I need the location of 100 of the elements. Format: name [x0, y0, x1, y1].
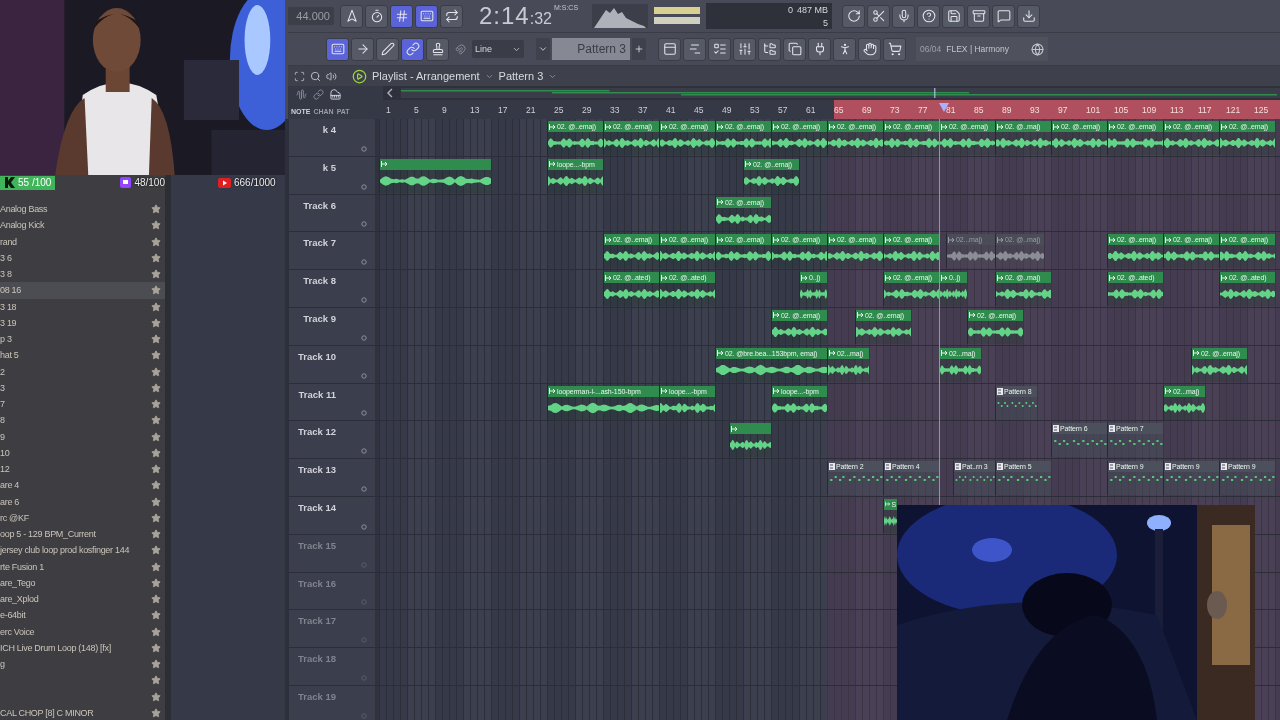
browser-item[interactable]: ICH Live Drum Loop (148) [fx]	[0, 639, 165, 656]
item-name: are 6	[0, 496, 19, 507]
item-name: 2	[0, 366, 5, 377]
ruler-number: 77	[918, 100, 946, 119]
hint-text: FLEX | Harmony	[946, 44, 1010, 54]
item-name: g	[0, 659, 5, 670]
ruler-number: 33	[610, 103, 621, 117]
browser-item[interactable]: rte Fusion 1	[0, 558, 165, 575]
ruler-number: 89	[1002, 100, 1030, 119]
browser-item[interactable]: 3 18	[0, 298, 165, 315]
track-name: Track 9	[302, 313, 336, 324]
ruler-number: 21	[526, 103, 537, 117]
ruler-number: 25	[554, 103, 565, 117]
item-name: 3 19	[0, 317, 17, 328]
track-name: Track 11	[297, 388, 336, 400]
item-name: are_Xplod	[0, 594, 39, 605]
ruler-number: 9	[442, 103, 448, 117]
track-name: k 5	[321, 161, 336, 173]
browser-item[interactable]: 3 19	[0, 314, 165, 331]
browser-item[interactable]: g	[0, 656, 165, 673]
browser-item[interactable]: 3 6	[0, 249, 165, 266]
ruler-number: 61	[806, 103, 817, 117]
browser-item[interactable]: e-64bit	[0, 607, 165, 624]
item-name: 3 8	[0, 269, 12, 280]
browser-item[interactable]: hat 5	[0, 347, 165, 364]
item-name: rand	[0, 236, 17, 247]
polyphony-value: 5	[822, 17, 829, 28]
pattern-selector[interactable]: Pattern 3	[552, 38, 630, 60]
item-name: 3	[0, 382, 5, 393]
ruler-number: 69	[862, 100, 890, 119]
ruler-number: 85	[974, 100, 1002, 119]
browser-item[interactable]: Analog Kick	[0, 217, 165, 234]
item-name: 10	[0, 447, 10, 458]
ruler-number: 101	[1086, 100, 1114, 119]
browser-item[interactable]: p 3	[0, 331, 165, 348]
pattern-name[interactable]: Pattern 3	[498, 70, 544, 82]
item-name: rc @KF	[0, 512, 29, 523]
stat-value: 55 /100	[18, 177, 52, 188]
ruler-number: 45	[694, 103, 705, 117]
tempo-display[interactable]: 44.000	[288, 7, 334, 25]
browser-item[interactable]: 10	[0, 444, 165, 461]
item-name: erc Voice	[0, 626, 35, 637]
time-display: 2:14:32	[479, 2, 552, 30]
item-name: 3 18	[0, 301, 17, 312]
ruler-number: 65	[834, 100, 862, 119]
item-name: p 3	[0, 334, 12, 345]
ruler-number: 121	[1226, 100, 1254, 119]
ruler-number: 73	[890, 100, 918, 119]
item-name: hat 5	[0, 350, 19, 361]
window-title: Playlist - Arrangement	[372, 70, 480, 82]
track-name: Track 15	[296, 539, 336, 551]
browser-item[interactable]: 12	[0, 461, 165, 478]
browser-item[interactable]: 8	[0, 412, 165, 429]
item-name: Analog Kick	[0, 220, 45, 231]
browser-item[interactable]: rand	[0, 233, 165, 250]
item-name: are_Tego	[0, 577, 36, 588]
track-name: Track 10	[296, 350, 336, 362]
item-name: 08 16	[0, 285, 22, 296]
item-name: ICH Live Drum Loop (148) [fx]	[0, 642, 111, 653]
ruler-number: 37	[638, 103, 649, 117]
browser-item[interactable]: CAL CHOP [8] C MINOR	[0, 704, 165, 720]
track-name: Track 6	[302, 199, 336, 211]
ruler-number: 93	[1030, 100, 1058, 119]
browser-item[interactable]: 2	[0, 363, 165, 380]
browser-item[interactable]: erc Voice	[0, 623, 165, 640]
stat-value: 48/100	[134, 177, 165, 188]
item-name: jersey club loop prod kosfinger 144	[0, 545, 130, 556]
snap-dropdown[interactable]: Line	[472, 40, 524, 58]
track-name: Track 12	[296, 426, 336, 438]
item-name: 9	[0, 431, 5, 442]
browser-item[interactable]: 08 16	[0, 282, 165, 299]
track-name: Track 17	[296, 615, 336, 627]
item-name: 3 6	[0, 252, 12, 263]
browser-item[interactable]: 7	[0, 396, 165, 413]
hint-position: 06/04	[920, 44, 942, 54]
item-name: Analog Bass	[0, 204, 48, 215]
track-name: Track 14	[296, 501, 336, 513]
item-name: 8	[0, 415, 5, 426]
browser-item[interactable]: 3 8	[0, 266, 165, 283]
browser-item[interactable]: 3	[0, 379, 165, 396]
ruler-number: 1	[386, 103, 392, 117]
ruler-number: 17	[498, 103, 509, 117]
ruler-number: 53	[750, 103, 761, 117]
browser-item[interactable]: are 4	[0, 477, 165, 494]
ruler-number: 105	[1114, 100, 1142, 119]
track-name: Track 16	[296, 577, 336, 589]
item-name: rte Fusion 1	[0, 561, 44, 572]
browser-item[interactable]: oop 5 - 129 BPM_Current	[0, 526, 165, 543]
browser-item[interactable]: rc @KF	[0, 509, 165, 526]
browser-item[interactable]: Analog Bass	[0, 201, 165, 218]
track-name: k 4	[321, 124, 336, 135]
browser-item[interactable]: are_Tego	[0, 574, 165, 591]
item-name: CAL CHOP [8] C MINOR	[0, 707, 94, 718]
browser-item[interactable]: are_Xplod	[0, 591, 165, 608]
ruler-number: 13	[470, 103, 481, 117]
browser-item[interactable]: 9	[0, 428, 165, 445]
browser-item[interactable]: jersey club loop prod kosfinger 144	[0, 542, 165, 559]
browser-item[interactable]: are 6	[0, 493, 165, 510]
track-name: Track 8	[302, 275, 336, 287]
item-name: 7	[0, 399, 5, 410]
